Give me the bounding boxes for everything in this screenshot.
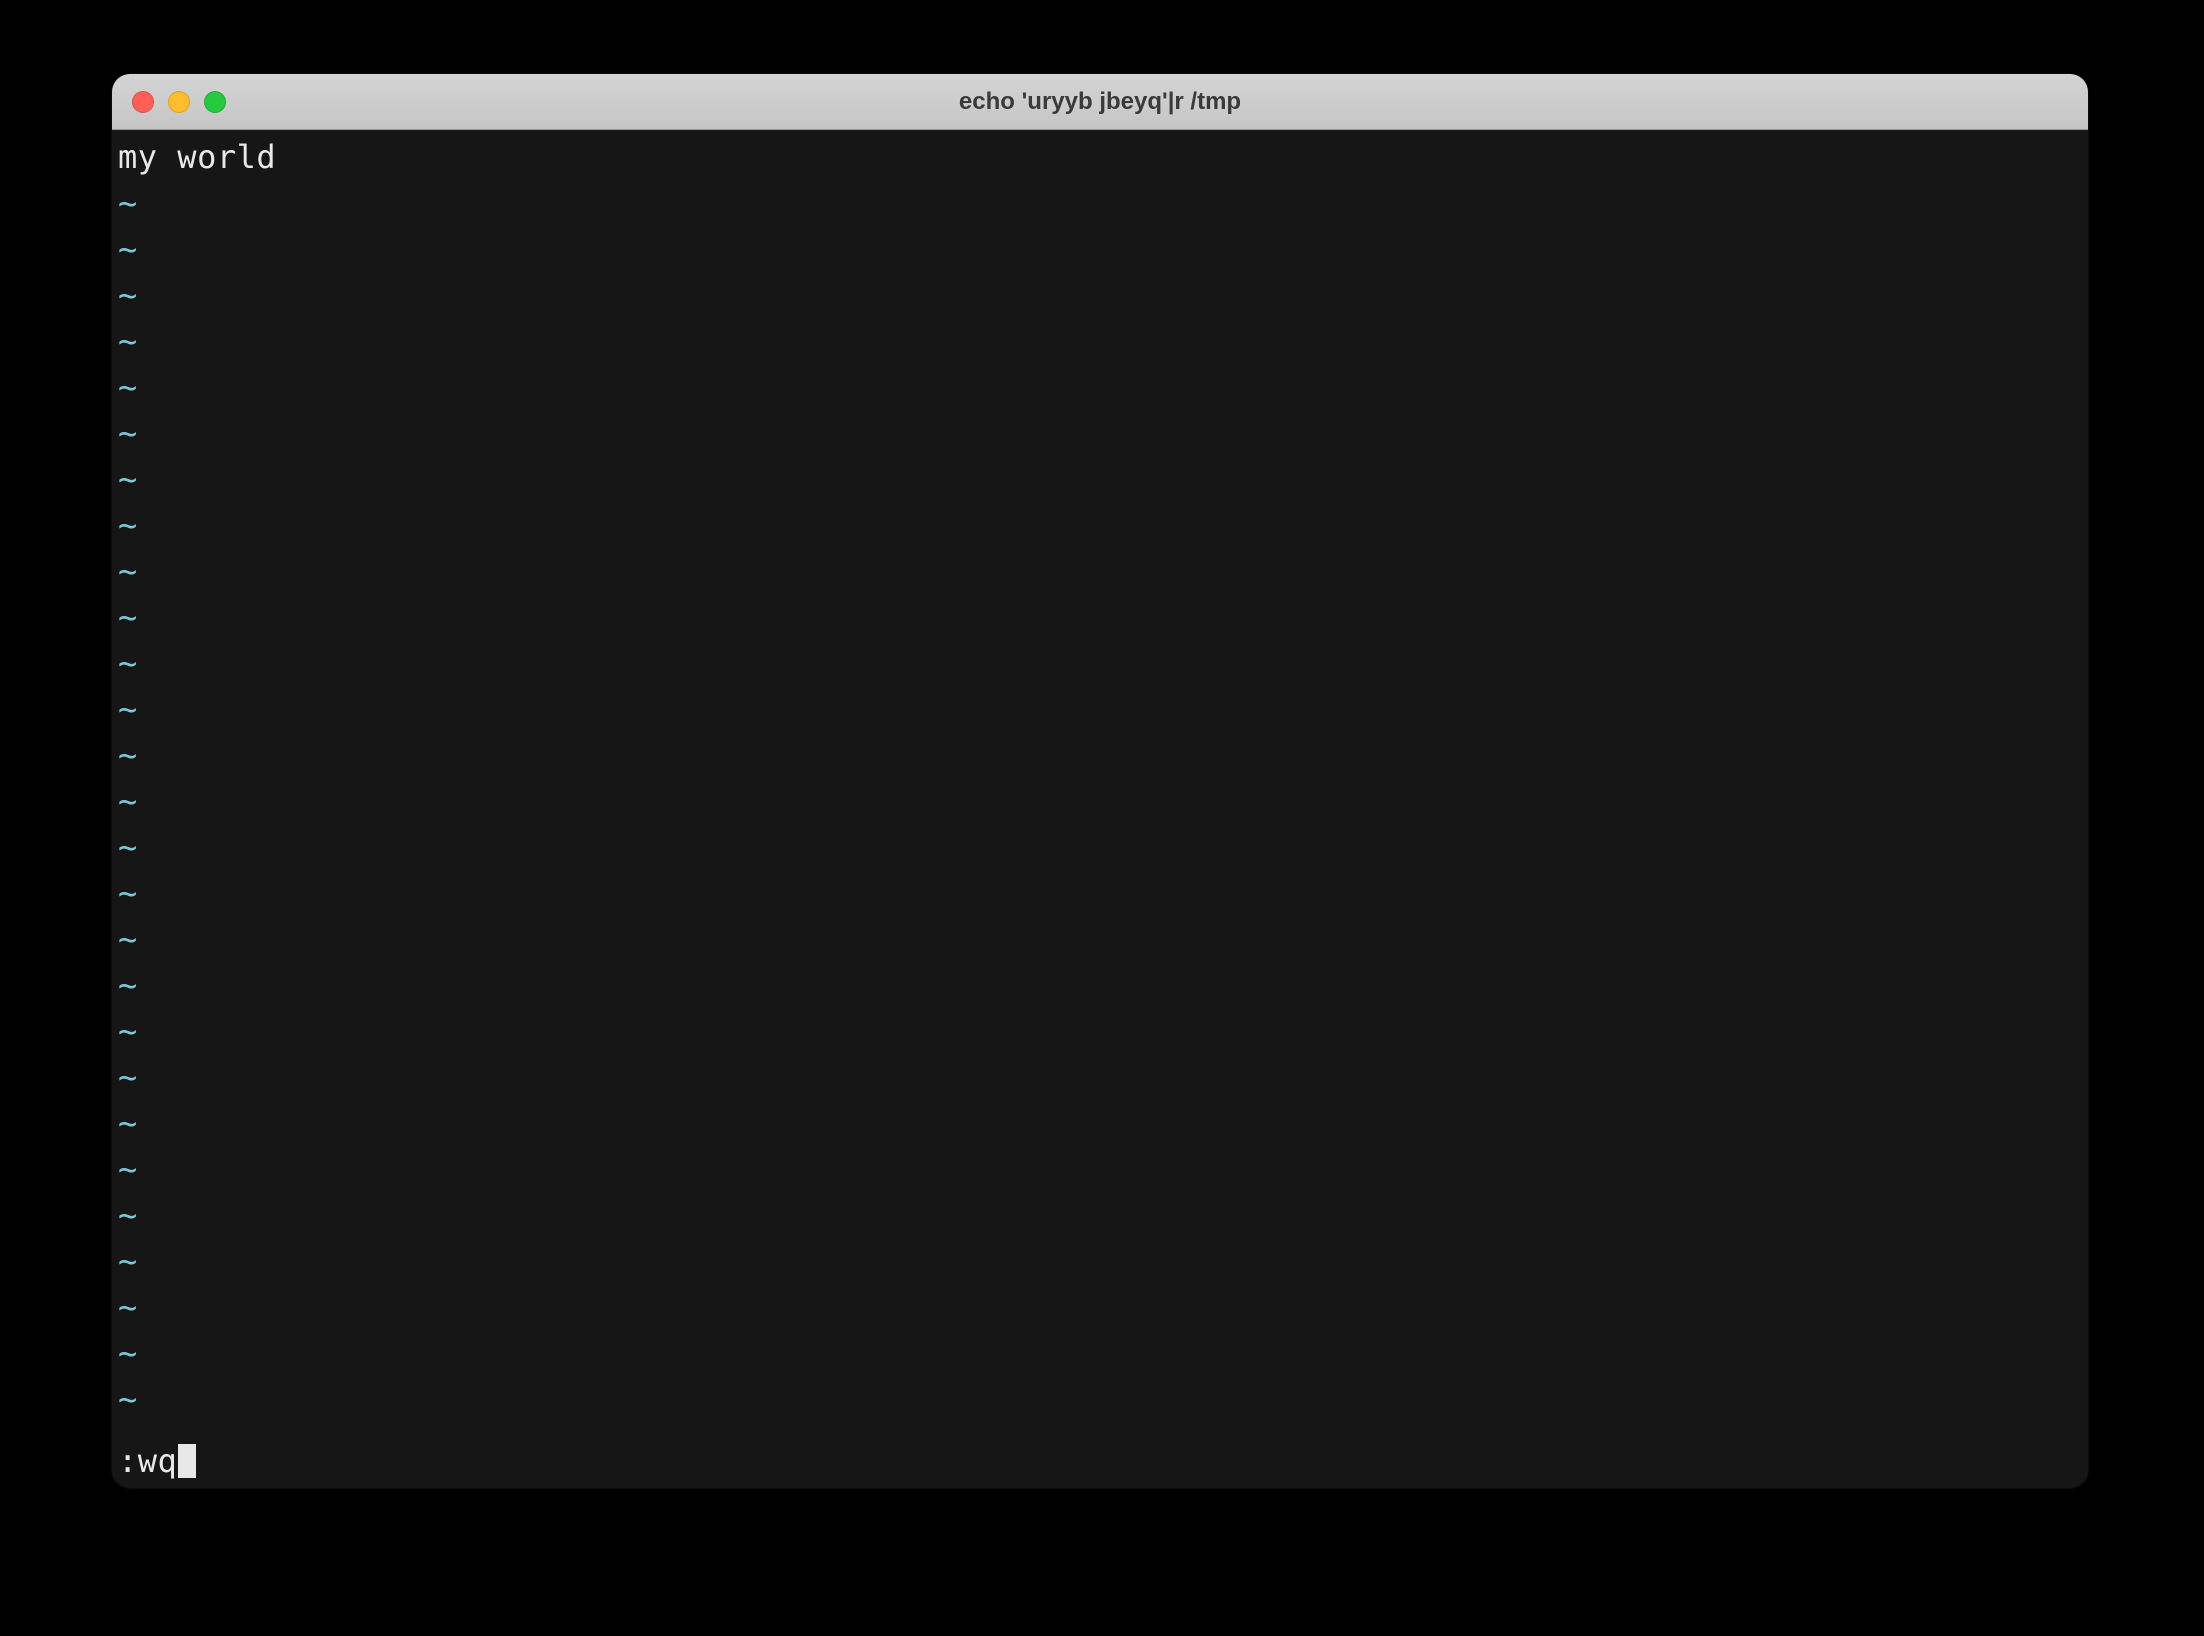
cursor <box>178 1444 196 1478</box>
empty-line-tilde: ~ <box>118 272 2082 318</box>
window-title: echo 'uryyb jbeyq'|r /tmp <box>112 88 2088 116</box>
empty-line-tilde: ~ <box>118 962 2082 1008</box>
empty-line-tilde: ~ <box>118 778 2082 824</box>
empty-line-tilde: ~ <box>118 870 2082 916</box>
close-icon[interactable] <box>132 91 154 113</box>
empty-line-tilde: ~ <box>118 1330 2082 1376</box>
empty-line-tilde: ~ <box>118 686 2082 732</box>
empty-line-tilde: ~ <box>118 1100 2082 1146</box>
empty-line-tilde: ~ <box>118 640 2082 686</box>
empty-line-tilde: ~ <box>118 1008 2082 1054</box>
command-line[interactable]: :wq <box>118 1438 2082 1484</box>
minimize-icon[interactable] <box>168 91 190 113</box>
empty-line-tilde: ~ <box>118 824 2082 870</box>
empty-line-tilde: ~ <box>118 1238 2082 1284</box>
empty-line-tilde: ~ <box>118 318 2082 364</box>
empty-line-tilde: ~ <box>118 548 2082 594</box>
command-text[interactable]: :wq <box>118 1438 177 1484</box>
terminal-body[interactable]: my world ~~~~~~~~~~~~~~~~~~~~~~~~~~~ :wq <box>112 130 2088 1488</box>
empty-line-tilde: ~ <box>118 916 2082 962</box>
empty-line-tilde: ~ <box>118 1192 2082 1238</box>
empty-line-tilde: ~ <box>118 456 2082 502</box>
empty-line-tilde: ~ <box>118 180 2082 226</box>
empty-line-tilde: ~ <box>118 502 2082 548</box>
empty-line-tilde: ~ <box>118 732 2082 778</box>
empty-line-tilde: ~ <box>118 410 2082 456</box>
zoom-icon[interactable] <box>204 91 226 113</box>
editor-buffer[interactable]: my world ~~~~~~~~~~~~~~~~~~~~~~~~~~~ <box>118 134 2082 1438</box>
empty-line-tilde: ~ <box>118 1054 2082 1100</box>
terminal-window: echo 'uryyb jbeyq'|r /tmp my world ~~~~~… <box>112 74 2088 1488</box>
empty-line-tilde: ~ <box>118 226 2082 272</box>
empty-line-tilde: ~ <box>118 1284 2082 1330</box>
empty-line-tilde: ~ <box>118 1376 2082 1422</box>
empty-line-tilde: ~ <box>118 1146 2082 1192</box>
traffic-lights <box>132 91 226 113</box>
empty-line-tilde: ~ <box>118 364 2082 410</box>
empty-line-tilde: ~ <box>118 594 2082 640</box>
buffer-line[interactable]: my world <box>118 134 2082 180</box>
titlebar[interactable]: echo 'uryyb jbeyq'|r /tmp <box>112 74 2088 130</box>
